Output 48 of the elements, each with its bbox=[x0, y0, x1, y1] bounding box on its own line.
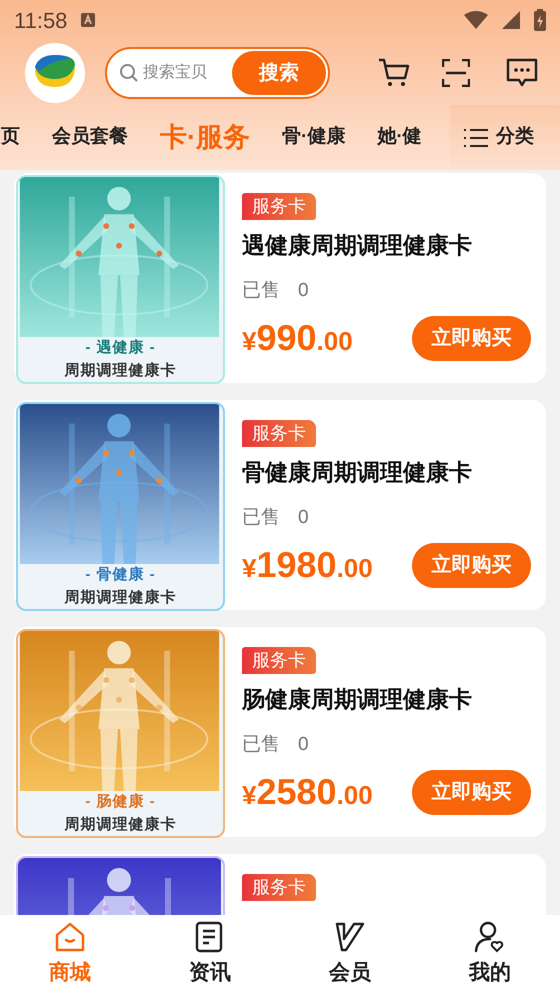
image-caption: - 遇健康 - bbox=[85, 338, 156, 358]
category-tab[interactable]: 骨·健康 bbox=[282, 123, 346, 152]
signal-icon bbox=[502, 11, 520, 29]
search-icon bbox=[119, 62, 139, 82]
image-caption: - 肠健康 - bbox=[85, 792, 156, 812]
wifi-icon bbox=[464, 11, 488, 29]
nav-tab[interactable]: 资讯 bbox=[140, 915, 280, 995]
cart-icon[interactable] bbox=[378, 58, 410, 88]
product-title: 遇健康周期调理健康卡 bbox=[242, 231, 473, 260]
price: ¥1980.00 bbox=[242, 543, 373, 587]
product-card[interactable]: - 肠健康 - 周期调理健康卡 服务卡 肠健康周期调理健康卡 已售 0 ¥2580.00 立即购买 bbox=[14, 627, 546, 837]
image-caption: 周期调理健康卡 bbox=[64, 360, 176, 380]
sold-label: 已售 bbox=[242, 506, 280, 530]
status-time: 11:58 bbox=[14, 6, 68, 34]
v-icon bbox=[334, 921, 366, 954]
user-heart-icon bbox=[474, 921, 506, 954]
sold-count: 0 bbox=[298, 278, 309, 302]
category-tab[interactable]: 页 bbox=[1, 123, 20, 152]
category-tab[interactable]: 她·健 bbox=[377, 123, 422, 152]
image-caption: - 骨健康 - bbox=[85, 565, 156, 585]
product-card[interactable]: - 骨健康 - 周期调理健康卡 服务卡 骨健康周期调理健康卡 已售 0 ¥1980.00 立即购买 bbox=[14, 400, 546, 610]
product-card[interactable]: - 遇健康 - 周期调理健康卡 服务卡 遇健康周期调理健康卡 已售 0 ¥990.00 立即购买 bbox=[14, 173, 546, 383]
sold-label: 已售 bbox=[242, 278, 280, 302]
sold-label: 已售 bbox=[242, 732, 280, 756]
price: ¥990.00 bbox=[242, 316, 353, 360]
service-badge: 服务卡 bbox=[242, 874, 316, 901]
home-icon bbox=[54, 921, 86, 954]
service-badge: 服务卡 bbox=[242, 193, 316, 220]
nav-tab[interactable]: 我的 bbox=[420, 915, 560, 995]
app-logo bbox=[25, 42, 85, 102]
menu-icon bbox=[464, 128, 488, 148]
scan-icon[interactable] bbox=[442, 58, 470, 86]
category-tab[interactable]: 会员套餐 bbox=[52, 123, 128, 152]
message-icon[interactable] bbox=[506, 58, 538, 88]
category-button[interactable]: 分类 bbox=[450, 105, 560, 170]
price: ¥2580.00 bbox=[242, 770, 373, 814]
nav-tab[interactable]: 会员 bbox=[280, 915, 420, 995]
image-caption: 周期调理健康卡 bbox=[64, 588, 176, 608]
service-badge: 服务卡 bbox=[242, 647, 316, 674]
product-title: 肠健康周期调理健康卡 bbox=[242, 685, 473, 714]
service-badge: 服务卡 bbox=[242, 420, 316, 447]
battery-icon bbox=[534, 9, 546, 31]
notification-icon bbox=[81, 13, 96, 27]
sold-count: 0 bbox=[298, 506, 309, 530]
image-caption: 周期调理健康卡 bbox=[64, 814, 176, 834]
search-field[interactable]: 搜索宝贝 bbox=[143, 60, 219, 84]
product-title: 骨健康周期调理健康卡 bbox=[242, 458, 473, 487]
sold-count: 0 bbox=[298, 732, 309, 756]
